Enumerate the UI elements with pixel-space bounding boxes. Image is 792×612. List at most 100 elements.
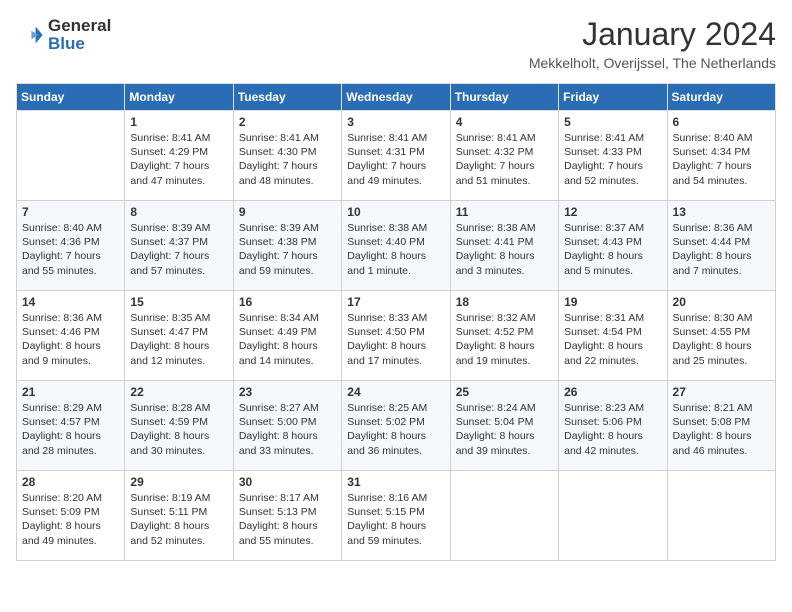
cell-info-line: and 25 minutes. (673, 354, 770, 368)
calendar-cell (17, 111, 125, 201)
calendar-row-3: 21Sunrise: 8:29 AMSunset: 4:57 PMDayligh… (17, 381, 776, 471)
weekday-header-row: SundayMondayTuesdayWednesdayThursdayFrid… (17, 84, 776, 111)
cell-info-line: and 49 minutes. (347, 174, 444, 188)
calendar-cell: 28Sunrise: 8:20 AMSunset: 5:09 PMDayligh… (17, 471, 125, 561)
cell-info-line: Sunset: 4:30 PM (239, 145, 336, 159)
cell-info-line: Sunrise: 8:33 AM (347, 311, 444, 325)
title-area: January 2024 Mekkelholt, Overijssel, The… (529, 16, 776, 71)
day-number: 18 (456, 295, 553, 309)
cell-info-line: and 7 minutes. (673, 264, 770, 278)
cell-info-line: Sunrise: 8:40 AM (673, 131, 770, 145)
weekday-header-saturday: Saturday (667, 84, 775, 111)
cell-info-line: and 3 minutes. (456, 264, 553, 278)
cell-info-line: and 1 minute. (347, 264, 444, 278)
cell-info-line: Daylight: 8 hours (347, 429, 444, 443)
cell-info-line: Sunrise: 8:21 AM (673, 401, 770, 415)
day-number: 3 (347, 115, 444, 129)
cell-info-line: Sunset: 5:06 PM (564, 415, 661, 429)
cell-info-line: Sunrise: 8:41 AM (130, 131, 227, 145)
cell-info-line: Sunset: 4:29 PM (130, 145, 227, 159)
cell-info-line: Sunrise: 8:25 AM (347, 401, 444, 415)
calendar-row-2: 14Sunrise: 8:36 AMSunset: 4:46 PMDayligh… (17, 291, 776, 381)
cell-info-line: Sunset: 4:50 PM (347, 325, 444, 339)
cell-info-line: and 28 minutes. (22, 444, 119, 458)
cell-info-line: Sunrise: 8:36 AM (673, 221, 770, 235)
cell-info-line: Sunrise: 8:24 AM (456, 401, 553, 415)
day-number: 30 (239, 475, 336, 489)
cell-info-line: Sunset: 5:08 PM (673, 415, 770, 429)
cell-info-line: Sunset: 4:52 PM (456, 325, 553, 339)
cell-info-line: Sunset: 4:32 PM (456, 145, 553, 159)
cell-info-line: Daylight: 8 hours (130, 339, 227, 353)
calendar-cell (450, 471, 558, 561)
cell-info-line: and 55 minutes. (22, 264, 119, 278)
cell-info-line: Sunrise: 8:19 AM (130, 491, 227, 505)
calendar-cell: 2Sunrise: 8:41 AMSunset: 4:30 PMDaylight… (233, 111, 341, 201)
day-number: 6 (673, 115, 770, 129)
cell-info-line: Sunset: 4:37 PM (130, 235, 227, 249)
day-number: 26 (564, 385, 661, 399)
cell-info-line: Daylight: 7 hours (673, 159, 770, 173)
cell-info-line: Daylight: 8 hours (22, 429, 119, 443)
cell-info-line: Sunset: 5:15 PM (347, 505, 444, 519)
cell-info-line: and 5 minutes. (564, 264, 661, 278)
calendar-cell: 15 Sunrise: 8:35 AMSunset: 4:47 PMDayligh… (125, 291, 233, 381)
cell-info-line: and 12 minutes. (130, 354, 227, 368)
calendar-cell: 16Sunrise: 8:34 AMSunset: 4:49 PMDayligh… (233, 291, 341, 381)
calendar-row-4: 28Sunrise: 8:20 AMSunset: 5:09 PMDayligh… (17, 471, 776, 561)
calendar-row-0: 1Sunrise: 8:41 AMSunset: 4:29 PMDaylight… (17, 111, 776, 201)
cell-info-line: Sunset: 4:33 PM (564, 145, 661, 159)
cell-info-line: and 42 minutes. (564, 444, 661, 458)
calendar-cell: 12Sunrise: 8:37 AMSunset: 4:43 PMDayligh… (559, 201, 667, 291)
cell-info-line: Sunrise: 8:20 AM (22, 491, 119, 505)
cell-info-line: Sunrise: 8:23 AM (564, 401, 661, 415)
calendar-cell: 31Sunrise: 8:16 AMSunset: 5:15 PMDayligh… (342, 471, 450, 561)
cell-info-line: Sunset: 4:47 PM (130, 325, 227, 339)
cell-info-line: Sunset: 4:55 PM (673, 325, 770, 339)
cell-info-line: Daylight: 8 hours (564, 339, 661, 353)
cell-info-line: and 47 minutes. (130, 174, 227, 188)
calendar-cell: 14Sunrise: 8:36 AMSunset: 4:46 PMDayligh… (17, 291, 125, 381)
cell-info-line: and 46 minutes. (673, 444, 770, 458)
calendar-cell: 8Sunrise: 8:39 AMSunset: 4:37 PMDaylight… (125, 201, 233, 291)
cell-info-line: Sunset: 4:57 PM (22, 415, 119, 429)
calendar-cell: 18Sunrise: 8:32 AMSunset: 4:52 PMDayligh… (450, 291, 558, 381)
calendar-cell: 27Sunrise: 8:21 AMSunset: 5:08 PMDayligh… (667, 381, 775, 471)
cell-info-line: and 59 minutes. (239, 264, 336, 278)
calendar-cell: 17Sunrise: 8:33 AMSunset: 4:50 PMDayligh… (342, 291, 450, 381)
calendar-cell: 10Sunrise: 8:38 AMSunset: 4:40 PMDayligh… (342, 201, 450, 291)
cell-info-line: Sunset: 4:59 PM (130, 415, 227, 429)
cell-info-line: Sunset: 4:43 PM (564, 235, 661, 249)
cell-info-line: Daylight: 7 hours (239, 249, 336, 263)
day-number: 15 (130, 295, 227, 309)
day-number: 12 (564, 205, 661, 219)
calendar-cell: 21Sunrise: 8:29 AMSunset: 4:57 PMDayligh… (17, 381, 125, 471)
day-number: 27 (673, 385, 770, 399)
calendar-table: SundayMondayTuesdayWednesdayThursdayFrid… (16, 83, 776, 561)
day-number: 31 (347, 475, 444, 489)
cell-info-line: Sunset: 4:41 PM (456, 235, 553, 249)
weekday-header-wednesday: Wednesday (342, 84, 450, 111)
cell-info-line: Sunrise: 8:17 AM (239, 491, 336, 505)
calendar-cell (667, 471, 775, 561)
cell-info-line: Sunrise: 8:35 AM (130, 311, 227, 325)
day-number: 10 (347, 205, 444, 219)
weekday-header-monday: Monday (125, 84, 233, 111)
calendar-cell: 20Sunrise: 8:30 AMSunset: 4:55 PMDayligh… (667, 291, 775, 381)
cell-info-line: Sunrise: 8:32 AM (456, 311, 553, 325)
cell-info-line: and 39 minutes. (456, 444, 553, 458)
cell-info-line: Sunset: 5:02 PM (347, 415, 444, 429)
cell-info-line: Sunrise: 8:16 AM (347, 491, 444, 505)
cell-info-line: Daylight: 8 hours (564, 429, 661, 443)
calendar-cell: 30Sunrise: 8:17 AMSunset: 5:13 PMDayligh… (233, 471, 341, 561)
day-number: 14 (22, 295, 119, 309)
calendar-cell: 9Sunrise: 8:39 AMSunset: 4:38 PMDaylight… (233, 201, 341, 291)
cell-info-line: Daylight: 8 hours (347, 339, 444, 353)
calendar-cell: 29Sunrise: 8:19 AMSunset: 5:11 PMDayligh… (125, 471, 233, 561)
calendar-cell: 7Sunrise: 8:40 AMSunset: 4:36 PMDaylight… (17, 201, 125, 291)
cell-info-line: Sunrise: 8:41 AM (564, 131, 661, 145)
cell-info-line: and 59 minutes. (347, 534, 444, 548)
day-number: 5 (564, 115, 661, 129)
cell-info-line: Sunrise: 8:28 AM (130, 401, 227, 415)
cell-info-line: and 30 minutes. (130, 444, 227, 458)
